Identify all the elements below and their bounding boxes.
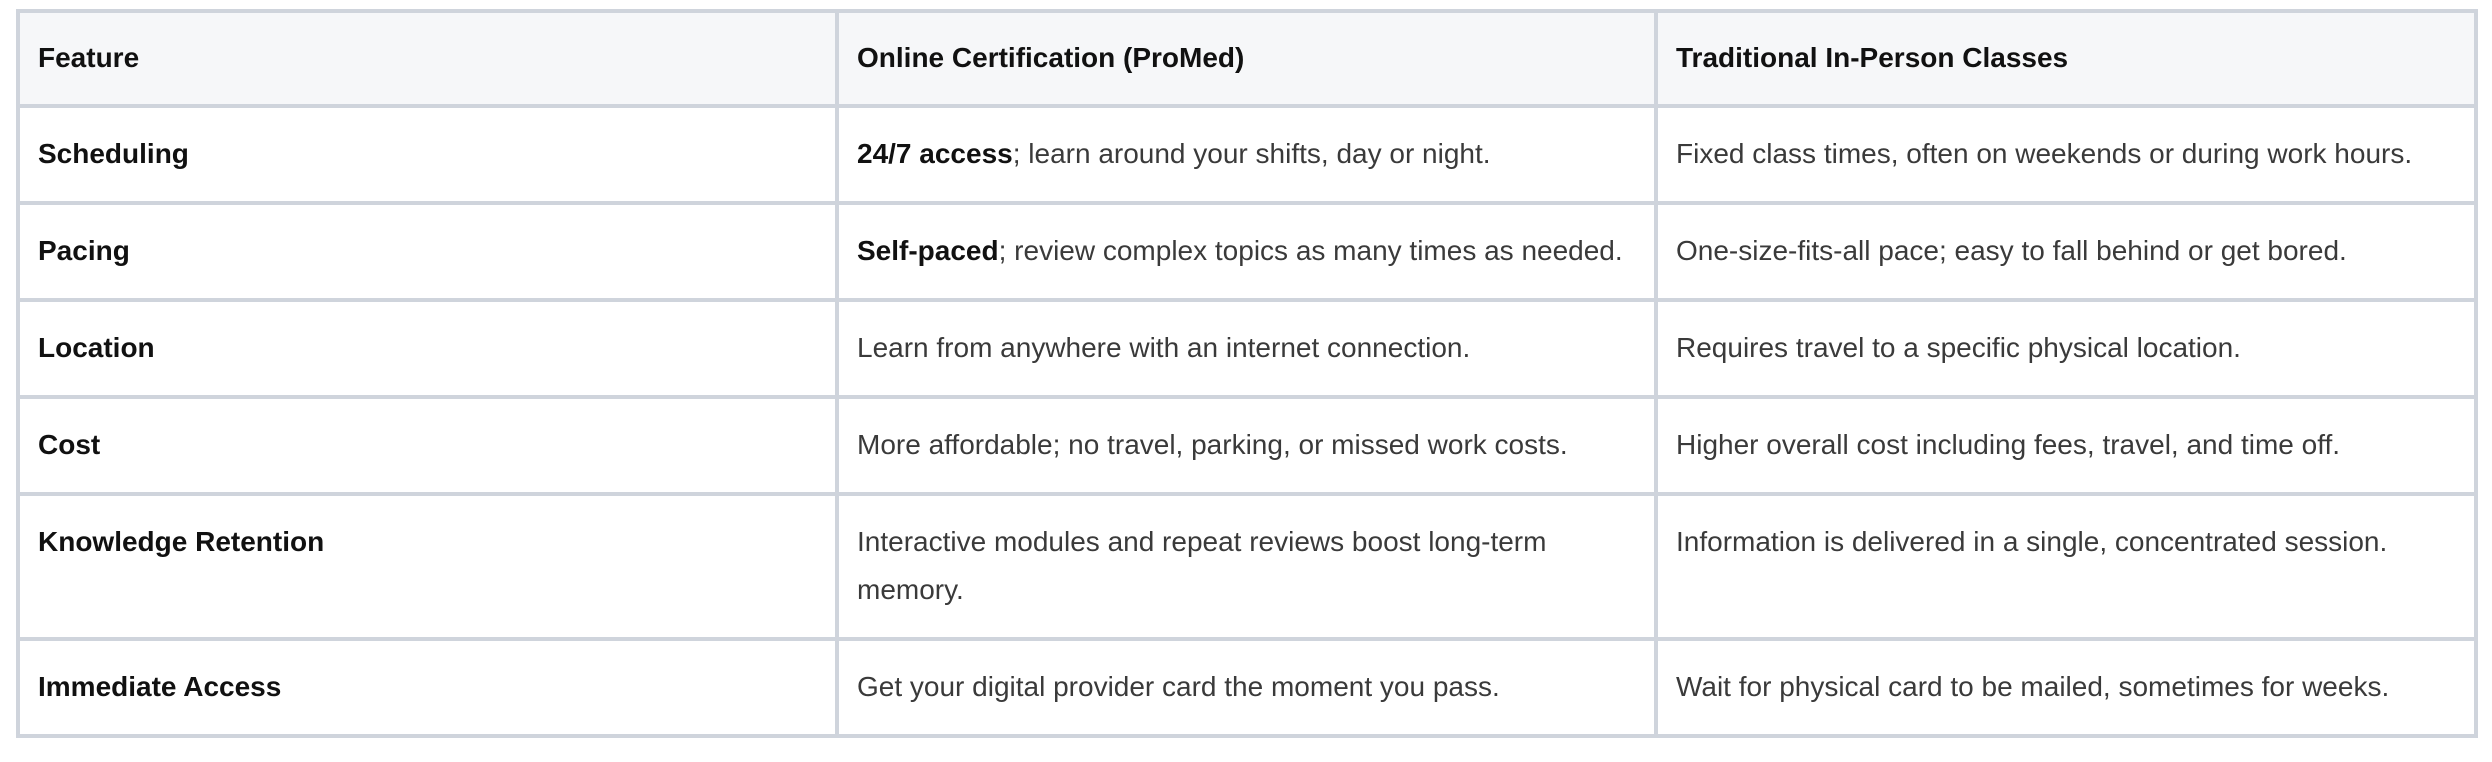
online-cell: Interactive modules and repeat reviews b… [835, 492, 1658, 641]
online-text: ; review complex topics as many times as… [998, 235, 1623, 266]
online-text: More affordable; no travel, parking, or … [857, 429, 1568, 460]
feature-cell: Cost [16, 395, 839, 496]
traditional-cell: Wait for physical card to be mailed, som… [1654, 637, 2478, 738]
online-text: Get your digital provider card the momen… [857, 671, 1500, 702]
online-highlight: 24/7 access [857, 138, 1013, 169]
column-header-online: Online Certification (ProMed) [835, 9, 1658, 108]
online-cell: Get your digital provider card the momen… [835, 637, 1658, 738]
header-row: Feature Online Certification (ProMed) Tr… [16, 9, 2478, 108]
traditional-cell: Fixed class times, often on weekends or … [1654, 104, 2478, 205]
table-row: Immediate Access Get your digital provid… [16, 637, 2478, 738]
traditional-cell: Requires travel to a specific physical l… [1654, 298, 2478, 399]
feature-cell: Pacing [16, 201, 839, 302]
traditional-cell: Higher overall cost including fees, trav… [1654, 395, 2478, 496]
comparison-table: Feature Online Certification (ProMed) Tr… [16, 9, 2478, 738]
online-cell: Learn from anywhere with an internet con… [835, 298, 1658, 399]
online-cell: 24/7 access; learn around your shifts, d… [835, 104, 1658, 205]
feature-cell: Immediate Access [16, 637, 839, 738]
online-text: Learn from anywhere with an internet con… [857, 332, 1471, 363]
online-highlight: Self-paced [857, 235, 999, 266]
table-header: Feature Online Certification (ProMed) Tr… [16, 9, 2478, 108]
table-body: Scheduling 24/7 access; learn around you… [16, 104, 2478, 738]
feature-cell: Knowledge Retention [16, 492, 839, 641]
online-text: ; learn around your shifts, day or night… [1012, 138, 1491, 169]
table-row: Location Learn from anywhere with an int… [16, 298, 2478, 399]
feature-cell: Location [16, 298, 839, 399]
table-row: Pacing Self-paced; review complex topics… [16, 201, 2478, 302]
online-text: Interactive modules and repeat reviews b… [857, 526, 1547, 605]
table-row: Knowledge Retention Interactive modules … [16, 492, 2478, 641]
column-header-traditional: Traditional In-Person Classes [1654, 9, 2478, 108]
traditional-cell: One-size-fits-all pace; easy to fall beh… [1654, 201, 2478, 302]
traditional-cell: Information is delivered in a single, co… [1654, 492, 2478, 641]
feature-cell: Scheduling [16, 104, 839, 205]
table-row: Cost More affordable; no travel, parking… [16, 395, 2478, 496]
table-row: Scheduling 24/7 access; learn around you… [16, 104, 2478, 205]
online-cell: More affordable; no travel, parking, or … [835, 395, 1658, 496]
online-cell: Self-paced; review complex topics as man… [835, 201, 1658, 302]
column-header-feature: Feature [16, 9, 839, 108]
comparison-table-container: Feature Online Certification (ProMed) Tr… [16, 9, 2478, 738]
